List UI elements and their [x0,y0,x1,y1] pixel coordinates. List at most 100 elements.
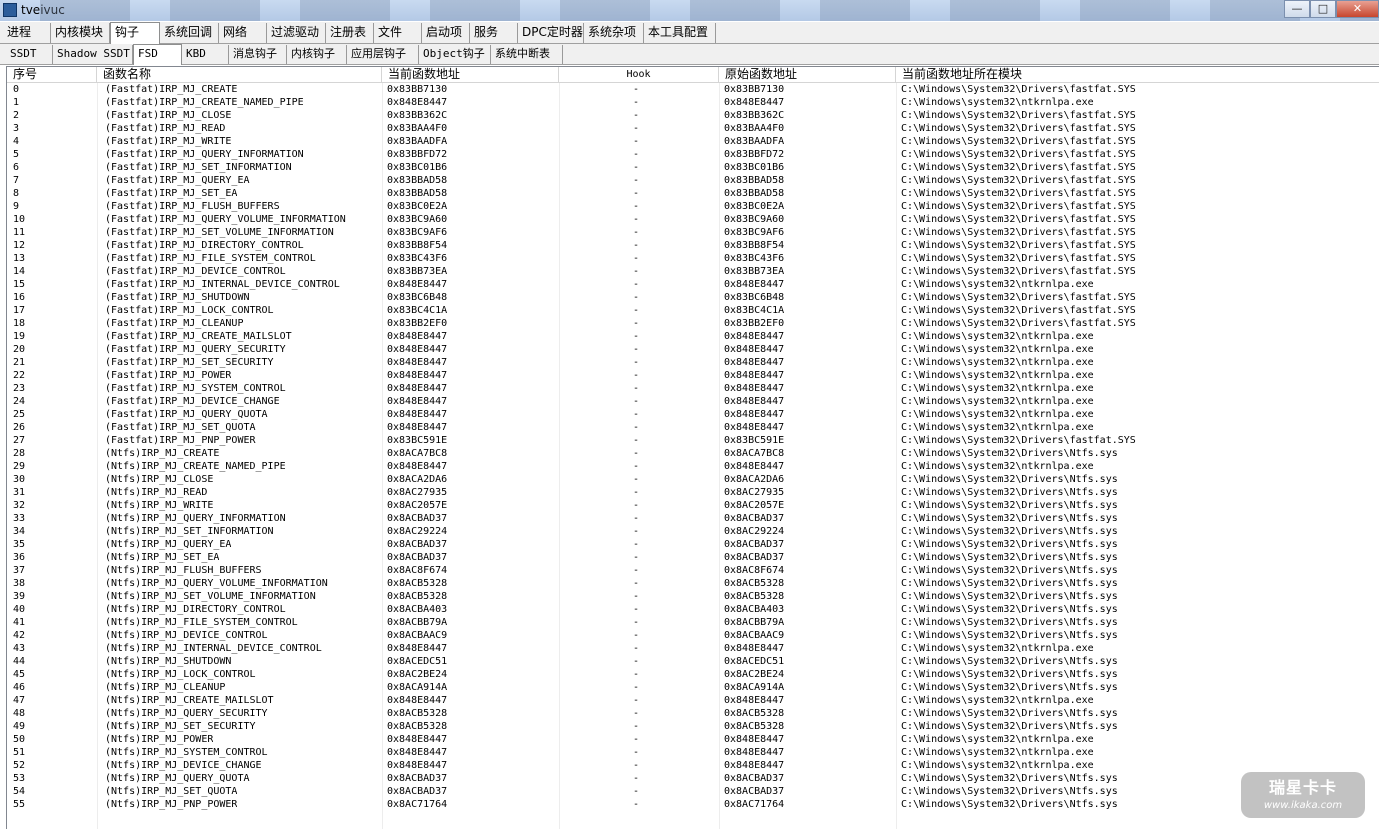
tab-tool-config[interactable]: 本工具配置 [644,23,716,43]
table-row[interactable]: 33 (Ntfs)IRP_MJ_QUERY_INFORMATION 0x8ACBAD… [7,512,1379,525]
table-row[interactable]: 54 (Ntfs)IRP_MJ_SET_QUOTA 0x8ACBAD37 - 0x8AC… [7,785,1379,798]
table-row[interactable]: 1 (Fastfat)IRP_MJ_CREATE_NAMED_PIPE 0x848E… [7,96,1379,109]
table-row[interactable]: 11 (Fastfat)IRP_MJ_SET_VOLUME_INFORMATION… [7,226,1379,239]
tab-dpc-timers[interactable]: DPC定时器 [518,23,584,43]
tab-startup[interactable]: 启动项 [422,23,470,43]
cell-module: C:\Windows\System32\Drivers\fastfat.SYS [901,162,1136,173]
table-row[interactable]: 41 (Ntfs)IRP_MJ_FILE_SYSTEM_CONTROL 0x8ACB… [7,616,1379,629]
cell-original-address: 0x83BAADFA [724,136,785,147]
table-row[interactable]: 44 (Ntfs)IRP_MJ_SHUTDOWN 0x8ACEDC51 - 0x8ACE… [7,655,1379,668]
table-row[interactable]: 27 (Fastfat)IRP_MJ_PNP_POWER 0x83BC591E - 0x… [7,434,1379,447]
table-row[interactable]: 30 (Ntfs)IRP_MJ_CLOSE 0x8ACA2DA6 - 0x8ACA2DA… [7,473,1379,486]
table-row[interactable]: 13 (Fastfat)IRP_MJ_FILE_SYSTEM_CONTROL 0x8… [7,252,1379,265]
table-row[interactable]: 19 (Fastfat)IRP_MJ_CREATE_MAILSLOT 0x848E8… [7,330,1379,343]
table-row[interactable]: 29 (Ntfs)IRP_MJ_CREATE_NAMED_PIPE 0x848E84… [7,460,1379,473]
maximize-button[interactable]: □ [1310,0,1336,18]
cell-function-name: (Fastfat)IRP_MJ_SET_INFORMATION [105,162,292,173]
column-header-current-address[interactable]: 当前函数地址 [382,67,559,82]
table-row[interactable]: 26 (Fastfat)IRP_MJ_SET_QUOTA 0x848E8447 - 0x… [7,421,1379,434]
table-row[interactable]: 34 (Ntfs)IRP_MJ_SET_INFORMATION 0x8AC29224… [7,525,1379,538]
cell-original-address: 0x848E8447 [724,422,785,433]
table-row[interactable]: 15 (Fastfat)IRP_MJ_INTERNAL_DEVICE_CONTRO… [7,278,1379,291]
table-row[interactable]: 40 (Ntfs)IRP_MJ_DIRECTORY_CONTROL 0x8ACBA4… [7,603,1379,616]
table-row[interactable]: 4 (Fastfat)IRP_MJ_WRITE 0x83BAADFA - 0x83BAA… [7,135,1379,148]
table-row[interactable]: 31 (Ntfs)IRP_MJ_READ 0x8AC27935 - 0x8AC27935… [7,486,1379,499]
column-header-module[interactable]: 当前函数地址所在模块 [896,67,1379,82]
table-row[interactable]: 52 (Ntfs)IRP_MJ_DEVICE_CHANGE 0x848E8447 - 0… [7,759,1379,772]
table-row[interactable]: 22 (Fastfat)IRP_MJ_POWER 0x848E8447 - 0x848E… [7,369,1379,382]
table-row[interactable]: 32 (Ntfs)IRP_MJ_WRITE 0x8AC2057E - 0x8AC2057… [7,499,1379,512]
cell-index: 49 [13,721,26,732]
table-row[interactable]: 47 (Ntfs)IRP_MJ_CREATE_MAILSLOT 0x848E8447… [7,694,1379,707]
tab-services[interactable]: 服务 [470,23,518,43]
table-row[interactable]: 18 (Fastfat)IRP_MJ_CLEANUP 0x83BB2EF0 - 0x83… [7,317,1379,330]
tab-kernel-modules[interactable]: 内核模块 [51,23,110,43]
cell-module: C:\Windows\System32\Drivers\fastfat.SYS [901,292,1136,303]
table-row[interactable]: 5 (Fastfat)IRP_MJ_QUERY_INFORMATION 0x83BB… [7,148,1379,161]
subtab-interrupt-table[interactable]: 系统中断表 [491,45,563,64]
subtab-shadow-ssdt[interactable]: Shadow SSDT [53,45,133,64]
table-row[interactable]: 12 (Fastfat)IRP_MJ_DIRECTORY_CONTROL 0x83B… [7,239,1379,252]
close-button[interactable]: ✕ [1336,0,1379,18]
table-row[interactable]: 42 (Ntfs)IRP_MJ_DEVICE_CONTROL 0x8ACBAAC9 -… [7,629,1379,642]
cell-module: C:\Windows\System32\Drivers\fastfat.SYS [901,175,1136,186]
table-row[interactable]: 23 (Fastfat)IRP_MJ_SYSTEM_CONTROL 0x848E84… [7,382,1379,395]
tab-hooks[interactable]: 钩子 [110,22,160,44]
subtab-kbd[interactable]: KBD [182,45,229,64]
table-row[interactable]: 48 (Ntfs)IRP_MJ_QUERY_SECURITY 0x8ACB5328 -… [7,707,1379,720]
tab-files[interactable]: 文件 [374,23,422,43]
subtab-kernel-hooks[interactable]: 内核钩子 [287,45,347,64]
subtab-fsd[interactable]: FSD [133,44,182,65]
table-row[interactable]: 16 (Fastfat)IRP_MJ_SHUTDOWN 0x83BC6B48 - 0x8… [7,291,1379,304]
subtab-message-hooks[interactable]: 消息钩子 [229,45,287,64]
table-row[interactable]: 39 (Ntfs)IRP_MJ_SET_VOLUME_INFORMATION 0x8… [7,590,1379,603]
table-row[interactable]: 55 (Ntfs)IRP_MJ_PNP_POWER 0x8AC71764 - 0x8AC… [7,798,1379,811]
column-header-original-address[interactable]: 原始函数地址 [719,67,896,82]
table-row[interactable]: 53 (Ntfs)IRP_MJ_QUERY_QUOTA 0x8ACBAD37 - 0x8… [7,772,1379,785]
table-row[interactable]: 50 (Ntfs)IRP_MJ_POWER 0x848E8447 - 0x848E844… [7,733,1379,746]
table-row[interactable]: 25 (Fastfat)IRP_MJ_QUERY_QUOTA 0x848E8447 -… [7,408,1379,421]
table-row[interactable]: 49 (Ntfs)IRP_MJ_SET_SECURITY 0x8ACB5328 - 0x… [7,720,1379,733]
subtab-user-hooks[interactable]: 应用层钩子 [347,45,419,64]
table-row[interactable]: 6 (Fastfat)IRP_MJ_SET_INFORMATION 0x83BC01… [7,161,1379,174]
table-row[interactable]: 45 (Ntfs)IRP_MJ_LOCK_CONTROL 0x8AC2BE24 - 0x… [7,668,1379,681]
cell-hook: - [633,292,640,303]
cell-current-address: 0x8ACBAAC9 [387,630,448,641]
table-row[interactable]: 46 (Ntfs)IRP_MJ_CLEANUP 0x8ACA914A - 0x8ACA9… [7,681,1379,694]
table-row[interactable]: 51 (Ntfs)IRP_MJ_SYSTEM_CONTROL 0x848E8447 -… [7,746,1379,759]
table-row[interactable]: 35 (Ntfs)IRP_MJ_QUERY_EA 0x8ACBAD37 - 0x8ACB… [7,538,1379,551]
tab-network[interactable]: 网络 [219,23,267,43]
table-row[interactable]: 36 (Ntfs)IRP_MJ_SET_EA 0x8ACBAD37 - 0x8ACBAD… [7,551,1379,564]
table-row[interactable]: 7 (Fastfat)IRP_MJ_QUERY_EA 0x83BBAD58 - 0x83… [7,174,1379,187]
table-row[interactable]: 2 (Fastfat)IRP_MJ_CLOSE 0x83BB362C - 0x83BB3… [7,109,1379,122]
column-header-hook[interactable]: Hook [559,67,719,82]
table-row[interactable]: 21 (Fastfat)IRP_MJ_SET_SECURITY 0x848E8447… [7,356,1379,369]
table-row[interactable]: 9 (Fastfat)IRP_MJ_FLUSH_BUFFERS 0x83BC0E2A… [7,200,1379,213]
table-row[interactable]: 17 (Fastfat)IRP_MJ_LOCK_CONTROL 0x83BC4C1A… [7,304,1379,317]
table-row[interactable]: 38 (Ntfs)IRP_MJ_QUERY_VOLUME_INFORMATION 0… [7,577,1379,590]
table-row[interactable]: 20 (Fastfat)IRP_MJ_QUERY_SECURITY 0x848E84… [7,343,1379,356]
table-row[interactable]: 37 (Ntfs)IRP_MJ_FLUSH_BUFFERS 0x8AC8F674 - 0… [7,564,1379,577]
table-row[interactable]: 14 (Fastfat)IRP_MJ_DEVICE_CONTROL 0x83BB73… [7,265,1379,278]
subtab-object-hooks[interactable]: Object钩子 [419,45,491,64]
table-row[interactable]: 28 (Ntfs)IRP_MJ_CREATE 0x8ACA7BC8 - 0x8ACA7B… [7,447,1379,460]
tab-process[interactable]: 进程 [3,23,51,43]
table-row[interactable]: 3 (Fastfat)IRP_MJ_READ 0x83BAA4F0 - 0x83BAA4… [7,122,1379,135]
table-row[interactable]: 10 (Fastfat)IRP_MJ_QUERY_VOLUME_INFORMATI… [7,213,1379,226]
minimize-button[interactable]: — [1284,0,1310,18]
table-row[interactable]: 0 (Fastfat)IRP_MJ_CREATE 0x83BB7130 - 0x83BB… [7,83,1379,96]
fsd-hook-list[interactable]: 序号 函数名称 当前函数地址 Hook 原始函数地址 当前函数地址所在模块 0 (… [6,66,1379,829]
tab-system-misc[interactable]: 系统杂项 [584,23,644,43]
table-row[interactable]: 24 (Fastfat)IRP_MJ_DEVICE_CHANGE 0x848E844… [7,395,1379,408]
cell-function-name: (Ntfs)IRP_MJ_CREATE [105,448,220,459]
table-row[interactable]: 43 (Ntfs)IRP_MJ_INTERNAL_DEVICE_CONTROL 0x… [7,642,1379,655]
cell-module: C:\Windows\System32\Drivers\Ntfs.sys [901,500,1118,511]
column-header-index[interactable]: 序号 [7,67,97,82]
table-row[interactable]: 8 (Fastfat)IRP_MJ_SET_EA 0x83BBAD58 - 0x83BB… [7,187,1379,200]
subtab-ssdt[interactable]: SSDT [6,45,53,64]
cell-current-address: 0x83BC591E [387,435,448,446]
tab-registry[interactable]: 注册表 [326,23,374,43]
column-header-function-name[interactable]: 函数名称 [97,67,382,82]
tab-system-callbacks[interactable]: 系统回调 [160,23,219,43]
tab-filter-drivers[interactable]: 过滤驱动 [267,23,326,43]
